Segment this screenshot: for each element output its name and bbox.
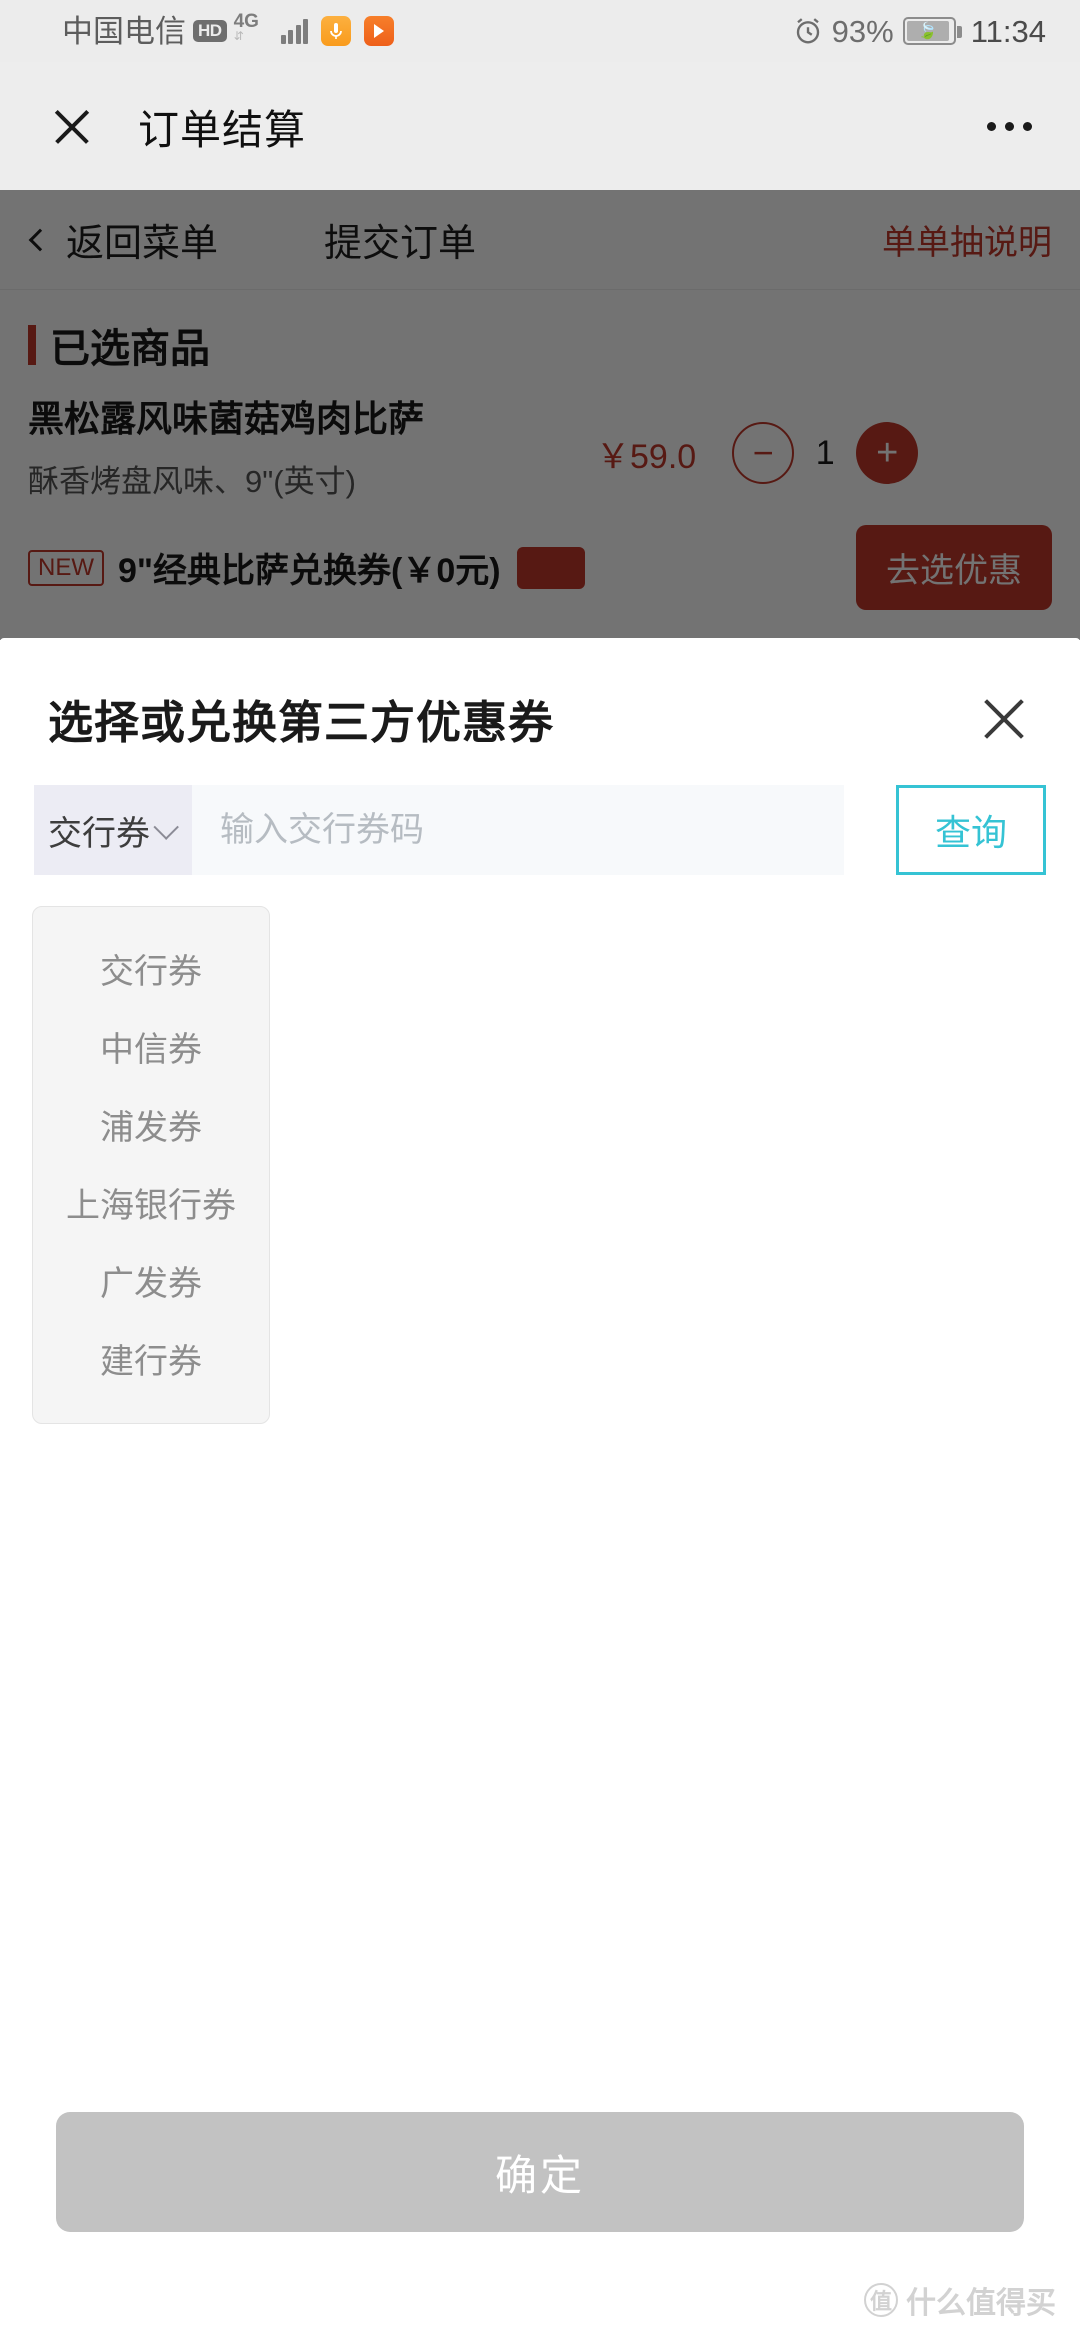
- close-miniprogram-icon[interactable]: [48, 102, 96, 150]
- coupon-type-dropdown[interactable]: 交行券 中信券 浦发券 上海银行券 广发券 建行券: [32, 906, 270, 1424]
- network-type-icon: 4G ⇵: [233, 11, 280, 49]
- dropdown-option[interactable]: 中信券: [33, 1007, 269, 1085]
- wechat-nav-bar: 订单结算: [0, 62, 1080, 190]
- chevron-down-icon: [153, 814, 179, 840]
- close-icon[interactable]: [976, 691, 1032, 747]
- data-arrows-icon: ⇵: [233, 29, 244, 43]
- confirm-button-wrap: 确定: [0, 2112, 1080, 2232]
- coupon-type-selector[interactable]: 交行券: [34, 785, 192, 875]
- media-play-icon: [364, 16, 395, 46]
- dropdown-option[interactable]: 广发券: [33, 1241, 269, 1319]
- query-button[interactable]: 查询: [896, 785, 1046, 875]
- coupon-sheet: 选择或兑换第三方优惠券 交行券 查询 交行券 中信券 浦发券 上海银行券 广发券…: [0, 638, 1080, 2340]
- battery-percent-label: 93%: [831, 13, 894, 49]
- dropdown-option[interactable]: 浦发券: [33, 1085, 269, 1163]
- coupon-type-selected-label: 交行券: [48, 814, 150, 853]
- app-badge-icon: [321, 16, 352, 46]
- status-bar-right: 93% 🍃 11:34: [793, 16, 1046, 47]
- watermark: 值 什么值得买: [864, 2278, 1056, 2322]
- coupon-code-input[interactable]: [192, 785, 844, 875]
- coupon-input-row: 交行券 查询: [0, 785, 1080, 875]
- phone-screen: 中国电信 HD 4G ⇵ 93% 🍃 11:34 订单结算 选择或兑换第三方优惠…: [0, 0, 1080, 2340]
- confirm-button[interactable]: 确定: [56, 2112, 1024, 2232]
- dropdown-option[interactable]: 交行券: [33, 929, 269, 1007]
- battery-icon: 🍃: [902, 17, 962, 45]
- watermark-text: 什么值得买: [906, 2287, 1056, 2320]
- coupon-sheet-title: 选择或兑换第三方优惠券: [48, 697, 555, 748]
- more-options-icon[interactable]: [987, 121, 1032, 131]
- signal-bars-icon: [280, 18, 309, 44]
- watermark-logo-icon: 值: [864, 2283, 898, 2317]
- dropdown-option[interactable]: 上海银行券: [33, 1163, 269, 1241]
- coupon-sheet-header: 选择或兑换第三方优惠券: [0, 638, 1080, 785]
- alarm-clock-icon: [793, 16, 823, 46]
- dropdown-option[interactable]: 建行券: [33, 1319, 269, 1397]
- status-bar: 中国电信 HD 4G ⇵ 93% 🍃 11:34: [0, 0, 1080, 62]
- clock-label: 11:34: [970, 13, 1046, 49]
- status-bar-left: 中国电信 HD 4G ⇵: [62, 11, 395, 49]
- carrier-label: 中国电信: [62, 13, 186, 49]
- page-title: 订单结算: [138, 107, 306, 153]
- modal-scrim[interactable]: [0, 190, 1080, 640]
- hd-icon: HD: [193, 20, 227, 42]
